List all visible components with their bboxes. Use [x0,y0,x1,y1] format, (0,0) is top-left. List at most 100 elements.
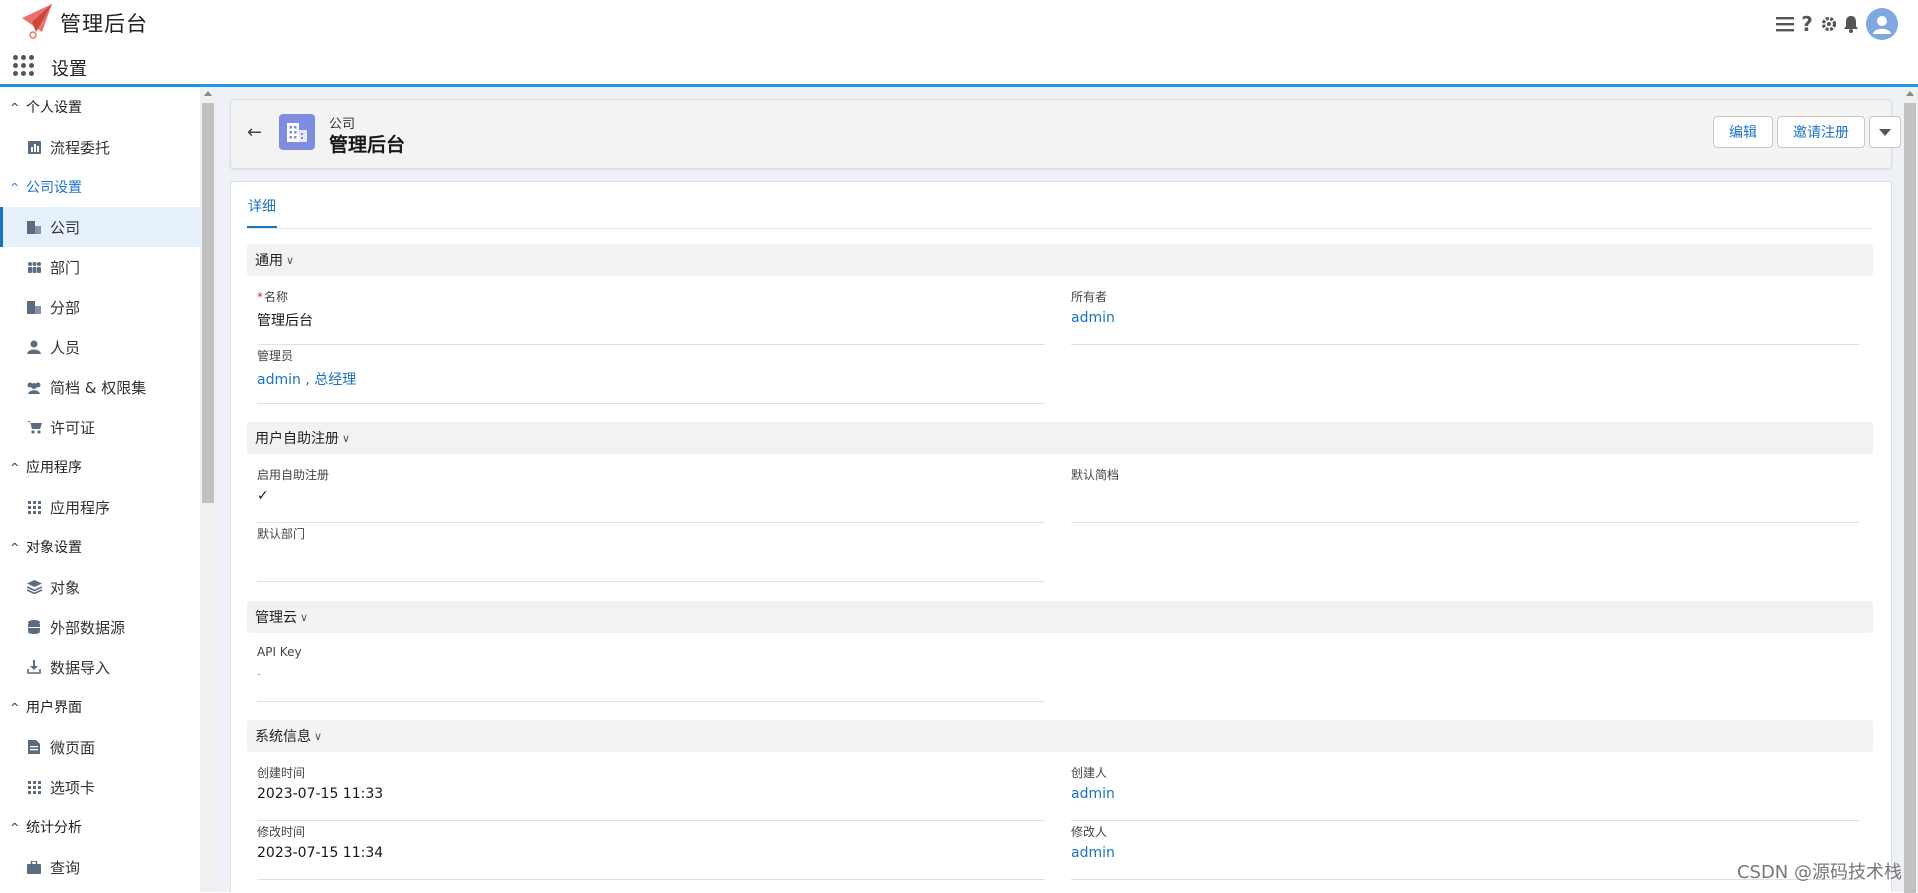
chart-icon [26,139,42,155]
sidebar-item-data-import[interactable]: 数据导入 [0,647,200,687]
sidebar-item-label: 简档 & 权限集 [50,378,147,397]
download-icon [26,659,42,675]
grid-icon [26,779,42,795]
database-icon [26,619,42,635]
field-default-profile: 默认简档 [1071,466,1859,523]
sidebar-group-apps[interactable]: ^ 应用程序 [0,447,200,487]
scrollbar-thumb[interactable] [202,103,214,503]
sidebar-item-delegation[interactable]: 流程委托 [0,127,200,167]
sidebar-item-people[interactable]: 人员 [0,327,200,367]
field-label: 管理员 [257,349,294,363]
subheader-title: 设置 [51,59,87,80]
sidebar-item-label: 许可证 [50,418,96,437]
field-label: 启用自助注册 [257,468,330,482]
sidebar-group-label: 统计分析 [26,820,82,836]
chevron-up-icon: ^ [10,460,20,474]
more-actions-button[interactable] [1869,116,1901,148]
section-system-header[interactable]: 系统信息 ∨ [247,720,1873,752]
sidebar-item-label: 外部数据源 [50,618,126,637]
section-self-register-header[interactable]: 用户自助注册 ∨ [247,422,1873,454]
record-title: 管理后台 [329,134,406,156]
sidebar-item-label: 对象 [50,578,81,597]
sidebar-item-label: 流程委托 [50,138,111,157]
sidebar-item-applications[interactable]: 应用程序 [0,487,200,527]
sidebar-item-department[interactable]: 部门 [0,247,200,287]
tab-detail[interactable]: 详细 [247,196,277,228]
menu-icon[interactable] [1776,13,1794,35]
field-owner: 所有者 admin [1071,288,1859,345]
sidebar-item-license[interactable]: 许可证 [0,407,200,447]
main-content: ← 公司 管理后台 编辑 邀请注册 详细 通用 ∨ *名称 管理后台 所有者 ad… [216,87,1902,892]
bell-icon[interactable] [1842,13,1860,35]
field-label: 创建时间 [257,766,306,780]
record-header: ← 公司 管理后台 编辑 邀请注册 [230,99,1901,169]
back-arrow-icon[interactable]: ← [247,122,262,143]
chevron-down-icon: ∨ [300,610,309,624]
sidebar-group-label: 公司设置 [26,180,82,196]
chevron-up-icon: ^ [10,700,20,714]
invite-register-button[interactable]: 邀请注册 [1777,116,1865,148]
chevron-up-icon: ^ [10,180,20,194]
section-title: 系统信息 [255,729,311,745]
document-icon [26,739,42,755]
edit-button[interactable]: 编辑 [1713,116,1773,148]
sidebar-item-label: 数据导入 [50,658,111,677]
field-value: 2023-07-15 11:34 [257,845,384,861]
scroll-up-arrow-icon[interactable] [204,91,212,96]
company-record-icon [279,114,315,150]
app-launcher-icon[interactable] [13,55,35,77]
scroll-up-arrow-icon[interactable] [1906,91,1914,96]
scrollbar-thumb[interactable] [1904,103,1916,893]
sidebar-item-objects[interactable]: 对象 [0,567,200,607]
admins-link[interactable]: admin , 总经理 [257,369,356,389]
main-scrollbar[interactable] [1902,87,1918,893]
field-name: *名称 管理后台 [257,288,1045,345]
gear-icon[interactable] [1820,13,1838,35]
sidebar-item-query[interactable]: 查询 [0,847,200,887]
field-label: 所有者 [1071,290,1108,304]
sidebar-group-label: 应用程序 [26,460,82,476]
sidebar-group-label: 个人设置 [26,100,82,116]
sidebar-item-branch[interactable]: 分部 [0,287,200,327]
sidebar-item-label: 公司 [50,218,81,237]
sidebar-item-external-data[interactable]: 外部数据源 [0,607,200,647]
section-title: 管理云 [255,610,297,626]
field-admins: 管理员 admin , 总经理 [257,347,1045,404]
paper-plane-logo-icon [22,4,52,39]
section-general-header[interactable]: 通用 ∨ [247,244,1873,276]
section-cloud-header[interactable]: 管理云 ∨ [247,601,1873,633]
field-modified-time: 修改时间 2023-07-15 11:34 [257,823,1045,880]
field-default-department: 默认部门 [257,525,1045,582]
sidebar-item-label: 分部 [50,298,81,317]
sidebar-item-label: 应用程序 [50,498,111,517]
sidebar-group-ui[interactable]: ^ 用户界面 [0,687,200,727]
cart-icon [26,419,42,435]
building-icon [26,219,42,235]
help-icon[interactable]: ? [1798,12,1816,36]
briefcase-icon [26,859,42,875]
group-icon [26,379,42,395]
sidebar-item-label: 查询 [50,858,81,877]
field-label: *名称 [257,290,289,304]
field-api-key: API Key - [257,645,1045,702]
sidebar-item-label: 人员 [50,338,81,357]
sidebar-group-objects[interactable]: ^ 对象设置 [0,527,200,567]
sidebar-item-profiles[interactable]: 简档 & 权限集 [0,367,200,407]
required-marker: * [257,290,263,304]
creator-link[interactable]: admin [1071,786,1115,802]
user-avatar-icon[interactable] [1866,8,1898,40]
sidebar-scrollbar[interactable] [200,87,216,892]
sidebar-group-company[interactable]: ^ 公司设置 [0,167,200,207]
chevron-down-icon: ∨ [342,431,351,445]
sidebar-group-analytics[interactable]: ^ 统计分析 [0,807,200,847]
sidebar-group-personal[interactable]: ^ 个人设置 [0,87,200,127]
sidebar-item-tabs[interactable]: 选项卡 [0,767,200,807]
sidebar-item-label: 部门 [50,258,81,277]
checkmark-icon: ✓ [257,488,269,504]
owner-link[interactable]: admin [1071,310,1115,326]
sidebar-item-company[interactable]: 公司 [0,207,200,247]
sidebar-item-micro-page[interactable]: 微页面 [0,727,200,767]
chevron-up-icon: ^ [10,540,20,554]
grid-icon [26,499,42,515]
modifier-link[interactable]: admin [1071,845,1115,861]
